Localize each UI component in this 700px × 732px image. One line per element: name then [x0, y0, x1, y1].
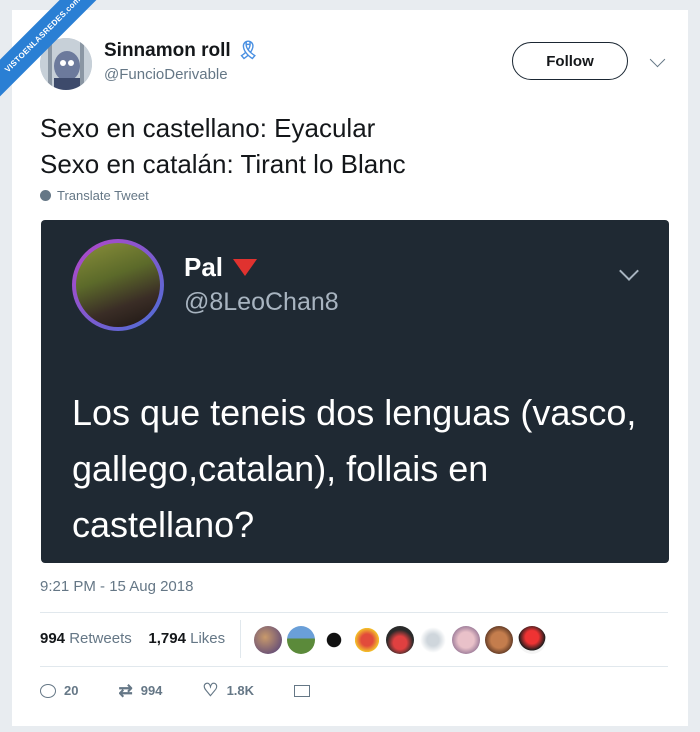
liker-avatar[interactable]	[452, 626, 480, 654]
divider	[240, 620, 241, 658]
reply-button[interactable]: 20	[40, 683, 78, 698]
quoted-name: Pal	[184, 252, 258, 283]
tweet-line-1: Sexo en castellano: Eyacular	[40, 113, 376, 143]
reply-icon	[40, 683, 56, 698]
liker-avatar[interactable]	[485, 626, 513, 654]
divider	[40, 612, 668, 613]
retweets-stat[interactable]: 994 Retweets	[40, 630, 132, 647]
likers-avatars	[254, 626, 546, 654]
liker-avatar[interactable]	[320, 626, 348, 654]
liker-avatar[interactable]	[386, 626, 414, 654]
awareness-ribbon-icon: 🎗	[236, 40, 260, 60]
red-triangle-icon	[233, 259, 258, 276]
quoted-handle: @8LeoChan8	[184, 288, 339, 316]
tweet-stats: 994 Retweets 1,794 Likes	[40, 630, 225, 647]
translate-tweet-link[interactable]: Translate Tweet	[40, 188, 149, 203]
liker-avatar[interactable]	[518, 626, 546, 654]
tweet-timestamp[interactable]: 9:21 PM - 15 Aug 2018	[40, 578, 193, 595]
chevron-down-icon[interactable]	[619, 261, 639, 281]
tweet-card: Sinnamon roll 🎗 @FuncioDerivable Follow S…	[12, 10, 688, 726]
liker-avatar[interactable]	[254, 626, 282, 654]
message-icon	[294, 684, 311, 697]
quoted-avatar[interactable]	[72, 239, 164, 331]
author-name[interactable]: Sinnamon roll 🎗	[104, 40, 260, 62]
quoted-tweet[interactable]: Pal @8LeoChan8 Los que teneis dos lengua…	[41, 220, 669, 563]
tweet-line-2: Sexo en catalán: Tirant lo Blanc	[40, 149, 406, 179]
chevron-down-icon[interactable]	[649, 51, 666, 68]
avatar-photo	[76, 243, 160, 327]
tweet-actions: 20 ⇄ 994 ♡ 1.8K	[40, 680, 350, 701]
liker-avatar[interactable]	[287, 626, 315, 654]
divider	[40, 666, 668, 667]
like-button[interactable]: ♡ 1.8K	[202, 680, 254, 701]
likes-stat[interactable]: 1,794 Likes	[148, 630, 225, 647]
retweet-icon: ⇄	[118, 680, 133, 700]
author-handle[interactable]: @FuncioDerivable	[104, 66, 228, 83]
liker-avatar[interactable]	[419, 626, 447, 654]
globe-icon	[40, 190, 51, 201]
retweet-button[interactable]: ⇄ 994	[118, 681, 162, 701]
liker-avatar[interactable]	[353, 626, 381, 654]
tweet-text: Sexo en castellano: Eyacular Sexo en cat…	[40, 110, 406, 182]
like-icon: ♡	[202, 680, 219, 700]
message-button[interactable]	[294, 684, 311, 697]
quoted-text: Los que teneis dos lenguas (vasco, galle…	[72, 392, 637, 545]
follow-button[interactable]: Follow	[512, 42, 628, 80]
